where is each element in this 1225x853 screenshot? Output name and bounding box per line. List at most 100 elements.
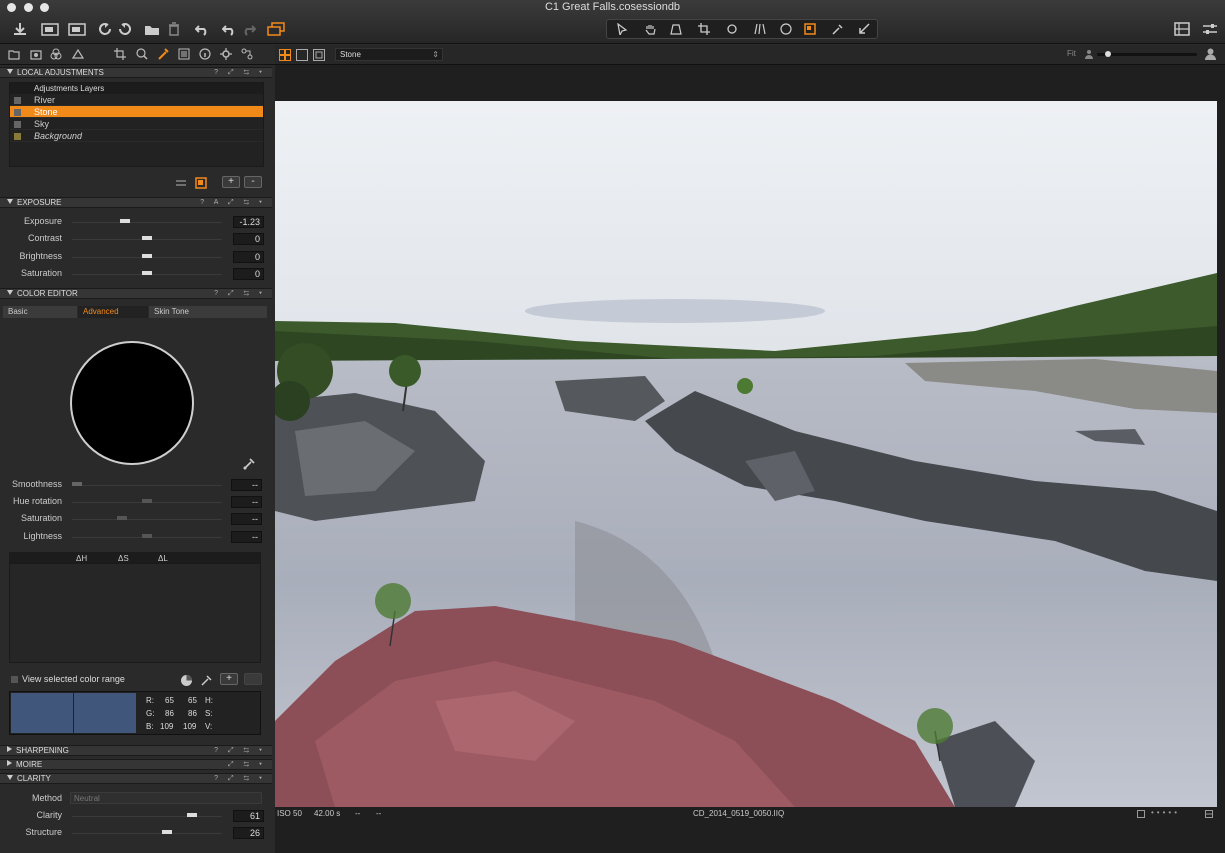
slider-thumb[interactable] (120, 219, 130, 223)
panel-actions-icon[interactable]: ? ⤢ ⇆ ▾ (214, 774, 266, 783)
brightness-value[interactable]: 0 (233, 251, 264, 263)
slider-thumb[interactable] (117, 516, 127, 520)
tab-advanced[interactable]: Advanced (78, 306, 148, 318)
color-range-icon[interactable] (180, 674, 193, 689)
remove-layer-button[interactable]: - (244, 176, 262, 188)
layer-background[interactable]: Background (10, 130, 263, 142)
copy-apply-icon[interactable] (855, 20, 873, 38)
add-color-range-button[interactable]: + (220, 673, 238, 685)
output-tab-icon[interactable] (220, 48, 234, 62)
layer-mask-icon[interactable] (195, 177, 207, 191)
add-layer-button[interactable]: + (222, 176, 240, 188)
exposure-value[interactable]: -1.23 (233, 216, 264, 228)
trash-icon[interactable] (164, 18, 184, 40)
color-editor-header[interactable]: COLOR EDITOR ? ⤢ ⇆ ▾ (0, 288, 272, 299)
import-icon[interactable] (10, 18, 30, 40)
panel-actions-icon[interactable]: ? ⤢ ⇆ ▾ (214, 68, 266, 77)
variant-select[interactable]: Stone ⇕ (335, 48, 443, 61)
remove-color-range-button[interactable] (244, 673, 262, 685)
single-view-icon[interactable] (296, 49, 308, 63)
capture-icon[interactable] (66, 18, 88, 40)
spot-removal-icon[interactable] (777, 20, 795, 38)
grid-view-icon[interactable] (279, 49, 291, 63)
metadata-tab-icon[interactable] (199, 48, 213, 62)
slider-thumb[interactable] (142, 271, 152, 275)
exposure-header[interactable]: EXPOSURE ? A ⤢ ⇆ ▾ (0, 197, 272, 208)
zoom-slider[interactable] (1097, 51, 1197, 57)
layer-stone[interactable]: Stone (10, 106, 263, 118)
swap-layers-icon[interactable] (175, 178, 187, 190)
lightness-value[interactable]: -- (231, 531, 262, 543)
hue-rotation-slider[interactable] (72, 499, 222, 503)
adjustments-tab-icon[interactable] (178, 48, 192, 62)
color-range-list[interactable] (9, 563, 261, 663)
panel-actions-icon[interactable]: ? ⤢ ⇆ ▾ (214, 289, 266, 298)
move-to-folder-icon[interactable] (142, 18, 162, 40)
crop-tab-icon[interactable] (114, 48, 128, 62)
saturation-value[interactable]: 0 (233, 268, 264, 280)
clarity-value[interactable]: 61 (233, 810, 264, 822)
compare-view-icon[interactable] (313, 49, 325, 63)
reset-icon[interactable] (192, 18, 212, 40)
viewer-options-icon[interactable] (1205, 810, 1213, 820)
local-adjustments-header[interactable]: LOCAL ADJUSTMENTS ? ⤢ ⇆ ▾ (0, 67, 272, 78)
undo-icon[interactable] (220, 18, 238, 40)
clarity-header[interactable]: CLARITY ? ⤢ ⇆ ▾ (0, 773, 272, 784)
saturation-slider[interactable] (72, 271, 222, 275)
slider-thumb[interactable] (142, 254, 152, 258)
picker-plus-icon[interactable] (200, 674, 213, 689)
crop-icon[interactable] (695, 20, 713, 38)
contrast-slider[interactable] (72, 236, 222, 240)
rotate-tool-icon[interactable] (723, 20, 741, 38)
tab-skin-tone[interactable]: Skin Tone (149, 306, 267, 318)
lcc-icon[interactable] (751, 20, 769, 38)
local-adjustments-tab-icon[interactable] (157, 48, 171, 62)
capture-tab-icon[interactable] (30, 48, 44, 62)
smoothness-value[interactable]: -- (231, 479, 262, 491)
slider-thumb[interactable] (187, 813, 197, 817)
sharpening-header[interactable]: SHARPENING ? ⤢ ⇆ ▾ (0, 745, 272, 756)
variants-stack-icon[interactable] (266, 18, 286, 40)
layer-checkbox[interactable] (14, 109, 21, 116)
hand-pan-icon[interactable] (641, 20, 659, 38)
brightness-slider[interactable] (72, 254, 222, 258)
lightness-slider[interactable] (72, 534, 222, 538)
rotate-right-icon[interactable] (116, 18, 134, 40)
layer-river[interactable]: River (10, 94, 263, 106)
ce-saturation-slider[interactable] (72, 516, 222, 520)
tab-basic[interactable]: Basic (3, 306, 77, 318)
contrast-value[interactable]: 0 (233, 233, 264, 245)
focus-tab-icon[interactable] (136, 48, 150, 62)
keystone-icon[interactable] (667, 20, 685, 38)
main-photo[interactable] (275, 101, 1217, 807)
layer-checkbox[interactable] (14, 121, 21, 128)
rotate-left-icon[interactable] (96, 18, 114, 40)
workspace-layout-icon[interactable] (1172, 18, 1192, 40)
color-picker-icon[interactable] (829, 20, 847, 38)
lens-tab-icon[interactable] (71, 48, 86, 62)
panel-actions-icon[interactable]: ⤢ ⇆ ▾ (228, 760, 266, 769)
color-wheel[interactable] (70, 341, 194, 465)
clarity-slider[interactable] (72, 813, 222, 817)
structure-value[interactable]: 26 (233, 827, 264, 839)
exposure-slider[interactable] (72, 219, 222, 223)
zoom-thumb[interactable] (1105, 51, 1111, 57)
settings-slider-icon[interactable] (1200, 18, 1220, 40)
layer-sky[interactable]: Sky (10, 118, 263, 130)
slider-thumb[interactable] (142, 499, 152, 503)
redo-icon[interactable] (240, 18, 258, 40)
library-tab-icon[interactable] (8, 48, 22, 62)
ce-saturation-value[interactable]: -- (231, 513, 262, 525)
structure-slider[interactable] (72, 830, 222, 834)
panel-actions-icon[interactable]: ? ⤢ ⇆ ▾ (214, 746, 266, 755)
layer-checkbox[interactable] (14, 133, 21, 140)
slider-thumb[interactable] (72, 482, 82, 486)
color-tab-icon[interactable] (50, 48, 64, 62)
slider-thumb[interactable] (142, 236, 152, 240)
slider-thumb[interactable] (142, 534, 152, 538)
pointer-icon[interactable] (613, 20, 631, 38)
camera-tether-icon[interactable] (40, 18, 60, 40)
layer-checkbox[interactable] (14, 97, 21, 104)
hue-rotation-value[interactable]: -- (231, 496, 262, 508)
rating-dots-icon[interactable]: ••••• (1151, 808, 1180, 817)
